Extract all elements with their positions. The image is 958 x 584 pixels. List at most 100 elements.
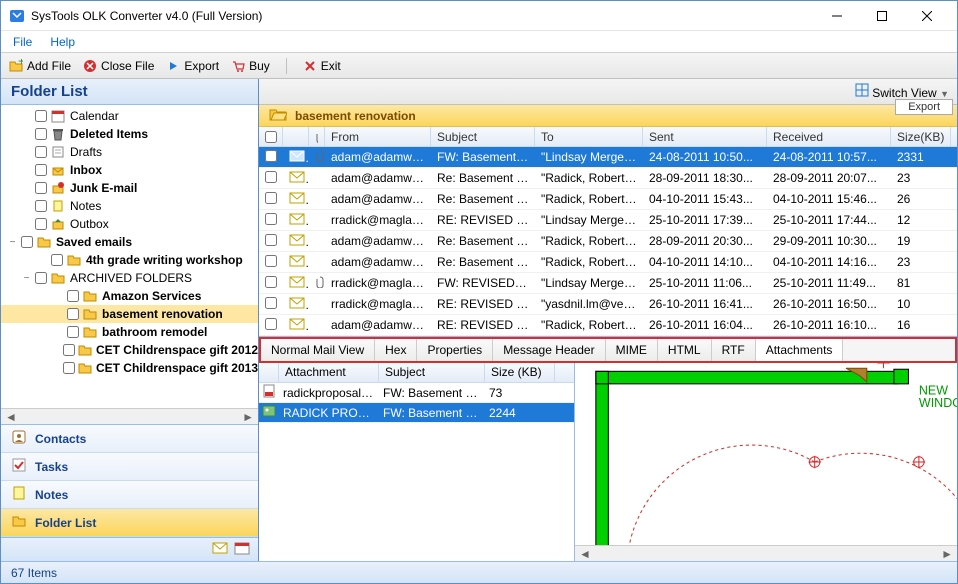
mail-row[interactable]: rradick@maglaw...RE: REVISED PR..."yasdn…: [259, 294, 957, 315]
mail-icon[interactable]: [212, 541, 228, 558]
tree-item[interactable]: CET Childrenspace gift 2012: [1, 341, 258, 359]
tab-properties[interactable]: Properties: [417, 339, 493, 361]
col-icon[interactable]: [283, 127, 309, 146]
row-checkbox[interactable]: [265, 213, 277, 225]
nav-tasks[interactable]: Tasks: [1, 453, 258, 481]
tree-checkbox[interactable]: [35, 128, 47, 140]
tree-item[interactable]: bathroom remodel: [1, 323, 258, 341]
export-tab-button[interactable]: Export: [895, 99, 953, 115]
tree-item[interactable]: Junk E-mail: [1, 179, 258, 197]
switch-view-button[interactable]: Switch View ▼: [855, 83, 949, 100]
tree-item[interactable]: Amazon Services: [1, 287, 258, 305]
tree-checkbox[interactable]: [67, 308, 79, 320]
tree-checkbox[interactable]: [67, 326, 79, 338]
tree-checkbox[interactable]: [51, 254, 63, 266]
tree-checkbox[interactable]: [35, 110, 47, 122]
note-icon: [50, 199, 66, 213]
buy-button[interactable]: Buy: [231, 59, 270, 73]
col-attachment[interactable]: [309, 127, 325, 146]
mail-row[interactable]: adam@adamwes...Re: Basement Co..."Radick…: [259, 231, 957, 252]
tree-item[interactable]: Inbox: [1, 161, 258, 179]
tree-checkbox[interactable]: [35, 146, 47, 158]
row-checkbox[interactable]: [265, 150, 277, 162]
col-subject[interactable]: Subject: [431, 127, 535, 146]
tree-item[interactable]: Drafts: [1, 143, 258, 161]
tree-item[interactable]: basement renovation: [1, 305, 258, 323]
tree-checkbox[interactable]: [35, 218, 47, 230]
tasks-icon: [11, 457, 27, 476]
nav-contacts[interactable]: Contacts: [1, 425, 258, 453]
tree-item[interactable]: Calendar: [1, 107, 258, 125]
tree-checkbox[interactable]: [35, 272, 47, 284]
mail-row[interactable]: adam@adamwes...Re: Basement Co..."Radick…: [259, 252, 957, 273]
col-sent[interactable]: Sent: [643, 127, 767, 146]
contacts-icon: [11, 429, 27, 448]
attachment-row[interactable]: radickproposal2...FW: Basement C...73: [259, 383, 574, 403]
expand-toggle[interactable]: −: [7, 237, 18, 248]
mail-row[interactable]: rradick@maglaw...FW: REVISED PR..."Linds…: [259, 273, 957, 294]
tab-normal[interactable]: Normal Mail View: [261, 339, 375, 361]
tab-html[interactable]: HTML: [658, 339, 712, 361]
row-checkbox[interactable]: [265, 234, 277, 246]
exit-button[interactable]: Exit: [303, 59, 341, 73]
mail-row[interactable]: adam@adamwes...FW: Basement C..."Lindsay…: [259, 147, 957, 168]
preview-scrollbar[interactable]: ◄►: [575, 545, 957, 561]
col-received[interactable]: Received: [767, 127, 891, 146]
attachment-body[interactable]: radickproposal2...FW: Basement C...73RAD…: [259, 383, 574, 561]
tree-checkbox[interactable]: [35, 200, 47, 212]
tree-checkbox[interactable]: [63, 362, 75, 374]
col-checkbox[interactable]: [259, 127, 283, 146]
mail-row[interactable]: adam@adamwes...Re: Basement Co..."Radick…: [259, 189, 957, 210]
tab-hex[interactable]: Hex: [375, 339, 417, 361]
close-file-button[interactable]: Close File: [83, 59, 154, 73]
tree-item[interactable]: −Saved emails: [1, 233, 258, 251]
col-size[interactable]: Size(KB): [891, 127, 951, 146]
tab-rtf[interactable]: RTF: [712, 339, 756, 361]
grid-body[interactable]: adam@adamwes...FW: Basement C..."Lindsay…: [259, 147, 957, 336]
folder-tree[interactable]: CalendarDeleted ItemsDraftsInboxJunk E-m…: [1, 105, 258, 408]
row-checkbox[interactable]: [265, 318, 277, 330]
row-checkbox[interactable]: [265, 192, 277, 204]
row-checkbox[interactable]: [265, 276, 277, 288]
tab-message-header[interactable]: Message Header: [493, 339, 605, 361]
tree-item[interactable]: Deleted Items: [1, 125, 258, 143]
tree-item[interactable]: Outbox: [1, 215, 258, 233]
row-checkbox[interactable]: [265, 297, 277, 309]
tree-checkbox[interactable]: [35, 182, 47, 194]
minimize-button[interactable]: [814, 2, 859, 30]
att-col-size[interactable]: Size (KB): [485, 363, 555, 382]
menu-help[interactable]: Help: [50, 35, 75, 49]
calendar-icon: [50, 109, 66, 123]
tab-attachments[interactable]: Attachments: [756, 339, 844, 361]
row-checkbox[interactable]: [265, 255, 277, 267]
col-to[interactable]: To: [535, 127, 643, 146]
attachment-row[interactable]: RADICK PROPO...FW: Basement C...2244: [259, 403, 574, 423]
row-checkbox[interactable]: [265, 171, 277, 183]
nav-folder-list[interactable]: Folder List: [1, 509, 258, 537]
calendar-small-icon[interactable]: [234, 541, 250, 558]
close-button[interactable]: [904, 2, 949, 30]
scrollbar-horizontal[interactable]: ◄►: [1, 408, 258, 424]
mail-row[interactable]: adam@adamwes...RE: REVISED PR..."Radick,…: [259, 315, 957, 336]
mail-row[interactable]: rradick@maglaw...RE: REVISED PR..."Linds…: [259, 210, 957, 231]
export-button[interactable]: Export: [166, 59, 219, 73]
att-col-name[interactable]: Attachment: [279, 363, 379, 382]
tree-item[interactable]: 4th grade writing workshop: [1, 251, 258, 269]
add-file-button[interactable]: + Add File: [9, 59, 71, 73]
tree-checkbox[interactable]: [63, 344, 75, 356]
tree-checkbox[interactable]: [21, 236, 33, 248]
nav-notes[interactable]: Notes: [1, 481, 258, 509]
tree-item[interactable]: Notes: [1, 197, 258, 215]
menu-file[interactable]: File: [13, 35, 32, 49]
tree-checkbox[interactable]: [67, 290, 79, 302]
tree-item[interactable]: −ARCHIVED FOLDERS: [1, 269, 258, 287]
tree-item[interactable]: CET Childrenspace gift 2013: [1, 359, 258, 377]
mail-row[interactable]: adam@adamwes...Re: Basement Co..."Radick…: [259, 168, 957, 189]
att-col-subject[interactable]: Subject: [379, 363, 485, 382]
cell-size: 26: [891, 192, 951, 206]
expand-toggle[interactable]: −: [21, 273, 32, 284]
col-from[interactable]: From: [325, 127, 431, 146]
tree-checkbox[interactable]: [35, 164, 47, 176]
tab-mime[interactable]: MIME: [606, 339, 658, 361]
maximize-button[interactable]: [859, 2, 904, 30]
